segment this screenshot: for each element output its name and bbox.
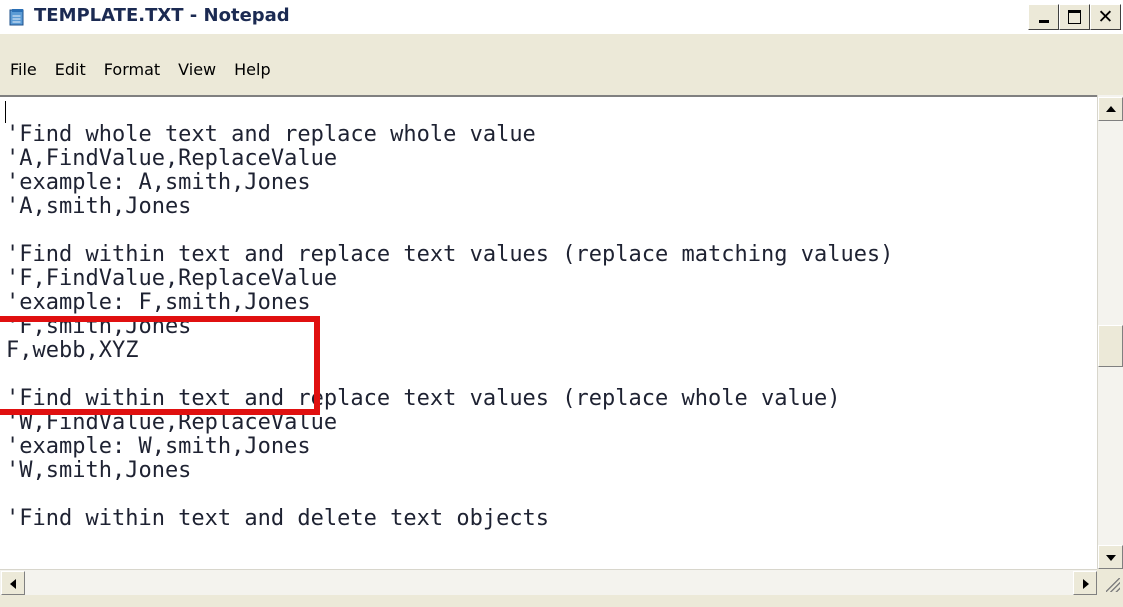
maximize-button[interactable] [1059, 4, 1090, 30]
vertical-scroll-thumb[interactable] [1098, 325, 1123, 367]
horizontal-scrollbar[interactable] [0, 569, 1097, 595]
notepad-icon [9, 9, 24, 26]
arrow-down-icon [1106, 555, 1116, 561]
text-line: 'A,smith,Jones [6, 194, 192, 219]
menu-bar: File Edit Format View Help [0, 34, 1123, 86]
scroll-left-button[interactable] [1, 571, 25, 595]
text-line: 'A,FindValue,ReplaceValue [6, 146, 338, 171]
scroll-down-button[interactable] [1098, 545, 1123, 569]
arrow-right-icon [1083, 579, 1089, 589]
arrow-left-icon [10, 579, 16, 589]
menu-help[interactable]: Help [234, 60, 281, 79]
scroll-up-button[interactable] [1098, 97, 1123, 121]
document-text[interactable]: 'Find whole text and replace whole value… [6, 99, 893, 531]
menu-file[interactable]: File [10, 60, 48, 79]
text-line: 'F,FindValue,ReplaceValue [6, 266, 338, 291]
title-bar-buttons: ✕ [1028, 4, 1121, 30]
text-line: 'example: W,smith,Jones [6, 434, 311, 459]
text-line [6, 219, 893, 243]
menu-edit[interactable]: Edit [55, 60, 97, 79]
title-bar[interactable]: TEMPLATE.TXT - Notepad ✕ [0, 0, 1123, 34]
close-icon: ✕ [1097, 6, 1114, 28]
close-button[interactable]: ✕ [1090, 4, 1121, 30]
scroll-right-button[interactable] [1073, 571, 1097, 595]
window-bottom-border [0, 595, 1123, 607]
text-line: 'W,smith,Jones [6, 458, 192, 483]
resize-grip[interactable] [1097, 569, 1123, 595]
minimize-button[interactable] [1028, 4, 1059, 30]
vertical-scrollbar[interactable] [1097, 95, 1123, 569]
menu-view[interactable]: View [178, 60, 227, 79]
arrow-up-icon [1106, 106, 1116, 112]
window-title: TEMPLATE.TXT - Notepad [34, 5, 290, 26]
text-line [6, 483, 893, 507]
text-line: 'Find whole text and replace whole value [6, 122, 536, 147]
text-line: 'example: F,smith,Jones [6, 290, 311, 315]
notepad-window: TEMPLATE.TXT - Notepad ✕ File Edit Forma… [0, 0, 1123, 607]
text-line [6, 99, 893, 123]
text-line: 'Find within text and replace text value… [6, 242, 894, 267]
text-line: 'Find within text and delete text object… [6, 506, 550, 531]
text-line: 'example: A,smith,Jones [6, 170, 311, 195]
highlight-annotation-box [0, 316, 320, 415]
menu-format[interactable]: Format [104, 60, 171, 79]
